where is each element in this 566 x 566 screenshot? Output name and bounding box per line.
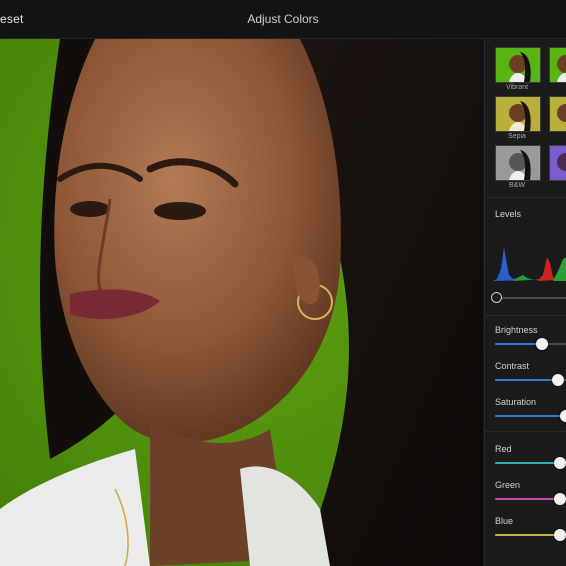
blue-slider-handle[interactable] xyxy=(553,529,566,541)
saturation-slider-fill xyxy=(495,415,566,417)
red-slider[interactable] xyxy=(495,457,566,469)
contrast-label: Contrast xyxy=(495,361,530,371)
brightness-slider[interactable] xyxy=(495,338,566,350)
red-label: Red xyxy=(495,444,512,454)
filter-thumb-sepia[interactable] xyxy=(495,96,541,132)
green-slider-handle[interactable] xyxy=(553,493,566,505)
levels-black-point-handle[interactable] xyxy=(491,292,502,303)
contrast-slider[interactable] xyxy=(495,374,566,386)
saturation-label: Saturation xyxy=(495,397,537,407)
filter-label: B xyxy=(548,133,566,140)
red-slider-fill xyxy=(495,462,560,464)
photo-canvas[interactable] xyxy=(0,39,483,566)
levels-label: Levels xyxy=(495,209,522,219)
green-slider[interactable] xyxy=(495,493,566,505)
filter-thumb-bw[interactable] xyxy=(495,145,541,181)
brightness-slider-handle[interactable] xyxy=(535,338,548,350)
green-label: Green xyxy=(495,480,521,490)
filter-label: Vibrant xyxy=(505,84,529,91)
saturation-slider-handle[interactable] xyxy=(559,410,566,422)
levels-slider[interactable] xyxy=(491,292,566,303)
filter-label: Sepia xyxy=(508,133,526,140)
red-slider-handle[interactable] xyxy=(553,457,566,469)
adjustments-panel: Vibrant Sepia B B&W Levels Brightness Con… xyxy=(484,39,566,566)
page-title: Adjust Colors xyxy=(247,12,319,26)
brightness-label: Brightness xyxy=(495,325,538,335)
levels-histogram xyxy=(493,247,566,281)
filter-label: B&W xyxy=(509,182,525,189)
portrait-image xyxy=(0,39,483,566)
green-slider-fill xyxy=(495,498,560,500)
divider xyxy=(485,315,566,316)
contrast-slider-fill xyxy=(495,379,558,381)
filter-thumb-vibrant-alt[interactable] xyxy=(549,47,566,83)
top-bar: eset Adjust Colors xyxy=(0,0,566,39)
divider xyxy=(485,431,566,432)
filter-thumb-vibrant[interactable] xyxy=(495,47,541,83)
brightness-slider-fill xyxy=(495,343,542,345)
saturation-slider[interactable] xyxy=(495,410,566,422)
blue-label: Blue xyxy=(495,516,514,526)
blue-slider[interactable] xyxy=(495,529,566,541)
filter-thumb-sepia-alt[interactable] xyxy=(549,96,566,132)
contrast-slider-handle[interactable] xyxy=(551,374,564,386)
divider xyxy=(485,197,566,198)
filter-thumb-purple[interactable] xyxy=(549,145,566,181)
blue-slider-fill xyxy=(495,534,560,536)
